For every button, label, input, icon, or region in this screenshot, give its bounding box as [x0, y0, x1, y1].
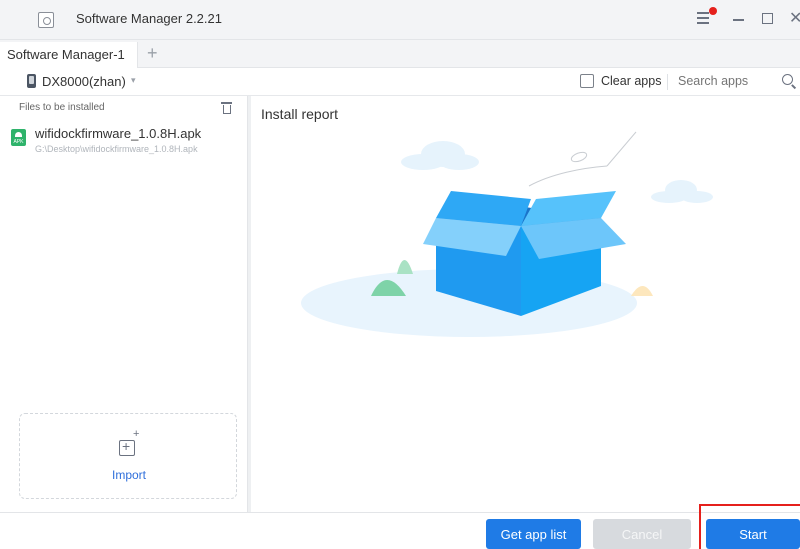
- cloud-right-icon: [651, 180, 713, 203]
- notification-dot: [709, 7, 717, 15]
- close-icon[interactable]: ✕: [789, 9, 800, 29]
- file-name: wifidockfirmware_1.0.8H.apk: [35, 126, 202, 141]
- maximize-icon[interactable]: [762, 13, 773, 24]
- chevron-down-icon[interactable]: ▾: [131, 75, 136, 86]
- minimize-icon[interactable]: [733, 19, 744, 21]
- clear-apps-checkbox[interactable]: [580, 74, 594, 88]
- cloud-left-icon: [401, 141, 479, 170]
- device-toolbar: DX8000(zhan) ▾ Clear apps: [0, 68, 800, 96]
- list-item[interactable]: APK wifidockfirmware_1.0.8H.apk G:\Deskt…: [11, 126, 241, 160]
- toolbar-divider: [667, 74, 668, 90]
- file-path: G:\Desktop\wifidockfirmware_1.0.8H.apk: [35, 144, 198, 154]
- title-bar: Software Manager 2.2.21 ✕: [0, 0, 800, 40]
- trash-icon[interactable]: [221, 102, 232, 114]
- start-button[interactable]: Start: [706, 519, 800, 549]
- get-app-list-button[interactable]: Get app list: [486, 519, 581, 549]
- files-panel: Files to be installed APK wifidockfirmwa…: [0, 96, 248, 512]
- clear-apps-label[interactable]: Clear apps: [601, 74, 661, 88]
- apk-icon: APK: [11, 129, 26, 146]
- device-selector[interactable]: DX8000(zhan): [42, 74, 126, 89]
- import-add-icon: [119, 428, 139, 456]
- files-to-install-label: Files to be installed: [19, 102, 105, 113]
- window-title: Software Manager 2.2.21: [76, 11, 222, 26]
- app-logo-icon: [38, 12, 54, 28]
- cancel-button[interactable]: Cancel: [593, 519, 691, 549]
- empty-box-illustration: [301, 131, 713, 337]
- search-icon[interactable]: [782, 74, 793, 85]
- add-tab-button[interactable]: +: [147, 42, 158, 64]
- tab-software-manager-1[interactable]: Software Manager-1: [0, 42, 138, 68]
- import-label: Import: [111, 468, 146, 482]
- import-button[interactable]: Import: [19, 413, 237, 499]
- tab-bar: Software Manager-1 +: [0, 40, 800, 68]
- action-bar: Get app list Cancel Start: [0, 512, 800, 549]
- phone-icon: [27, 74, 36, 88]
- search-input[interactable]: [678, 74, 768, 88]
- install-report-panel: Install report: [251, 96, 800, 512]
- menu-icon[interactable]: [697, 12, 711, 24]
